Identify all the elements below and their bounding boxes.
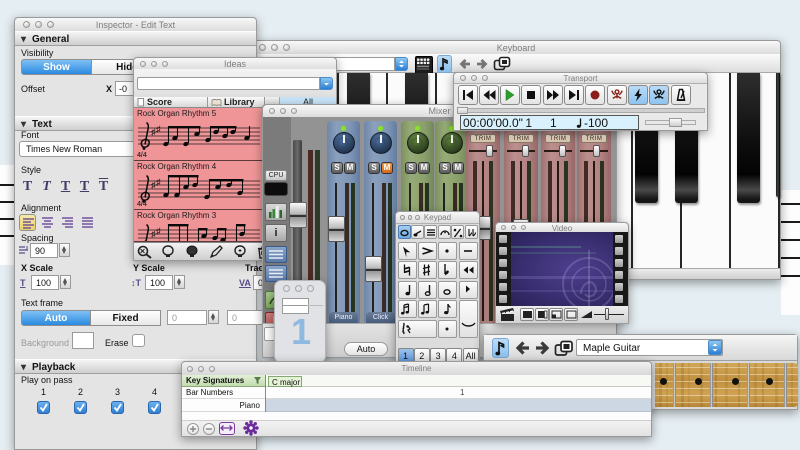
svg-text:♯: ♯ (156, 124, 161, 134)
svg-text:♯: ♯ (156, 226, 161, 236)
svg-text:♯: ♯ (156, 177, 161, 187)
